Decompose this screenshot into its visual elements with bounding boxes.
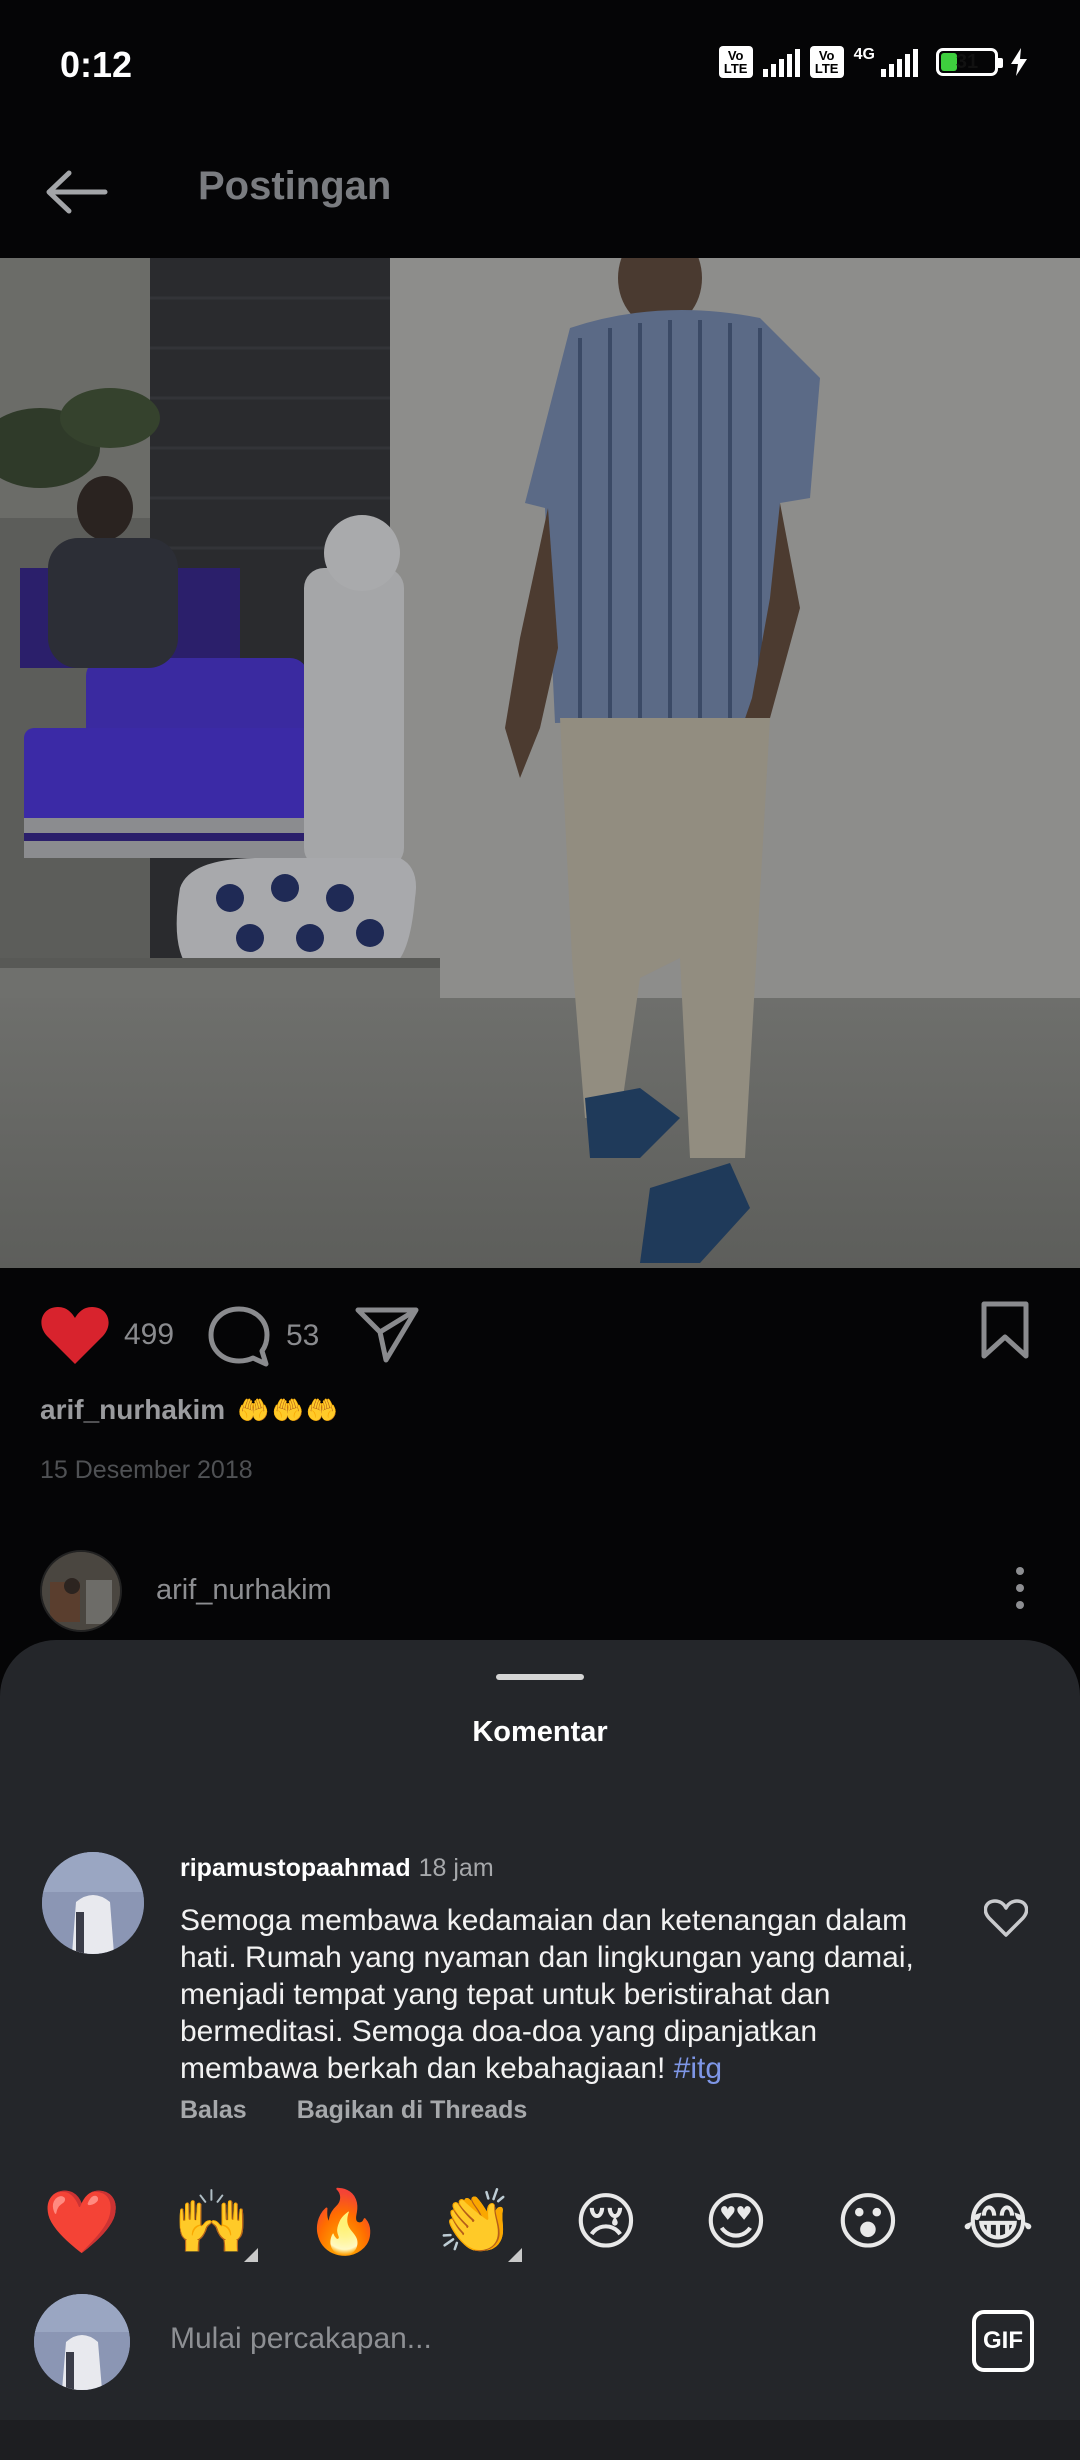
- comments-sheet: Komentar ripamustopaahmad 18 jam Semoga m…: [0, 1640, 1080, 2420]
- page-title: Postingan: [198, 164, 392, 208]
- comment-time: 18 jam: [418, 1854, 494, 1882]
- save-button[interactable]: [980, 1300, 1030, 1365]
- emoji-crying[interactable]: 😢: [564, 2180, 648, 2264]
- post-caption: arif_nurhakim 🤲🤲🤲: [40, 1394, 340, 1426]
- back-button[interactable]: [40, 155, 114, 229]
- more-icon[interactable]: [1000, 1558, 1040, 1618]
- comment-text: Semoga membawa kedamaian dan ketenangan …: [180, 1902, 940, 2087]
- emoji-laughing[interactable]: 😂: [956, 2180, 1040, 2264]
- comment-actions: Balas Bagikan di Threads: [180, 2096, 527, 2125]
- like-count[interactable]: 499: [124, 1318, 174, 1352]
- bookmark-icon: [981, 1301, 1029, 1359]
- author-row: arif_nurhakim: [0, 1540, 1080, 1640]
- avatar: [34, 2294, 130, 2390]
- post-actions: 499 53: [0, 1268, 1080, 1398]
- emoji-surprised[interactable]: 😮: [826, 2180, 910, 2264]
- avatar[interactable]: [40, 1550, 122, 1632]
- comment-username[interactable]: ripamustopaahmad: [180, 1854, 411, 1882]
- comment-icon[interactable]: [206, 1304, 272, 1368]
- post-photo[interactable]: [0, 258, 1080, 1268]
- comment-author[interactable]: ripamustopaahmad 18 jam: [180, 1854, 494, 1883]
- caption-emoji: 🤲🤲🤲: [237, 1394, 341, 1425]
- quick-emoji-row: ❤️ 🙌 🔥 👏 😢 😍 😮 😂: [0, 2180, 1080, 2270]
- comment-like-button[interactable]: [983, 1898, 1029, 1943]
- author-username[interactable]: arif_nurhakim: [156, 1574, 332, 1607]
- comment-count[interactable]: 53: [286, 1319, 319, 1353]
- volte-badge-1: Vo LTE: [718, 46, 753, 78]
- emoji-clap[interactable]: 👏: [434, 2180, 522, 2264]
- emoji-clap-glyph: 👏: [437, 2185, 515, 2258]
- emoji-fire[interactable]: 🔥: [302, 2180, 386, 2264]
- system-nav-bar: [0, 2420, 1080, 2460]
- comment-hashtag[interactable]: #itg: [674, 2052, 722, 2085]
- back-arrow-icon: [46, 170, 108, 214]
- top-app-bar: Postingan: [0, 130, 1080, 258]
- status-icons: Vo LTE Vo LTE 4G 31: [718, 46, 1030, 78]
- commenter-avatar-image: [42, 1852, 144, 1954]
- status-bar: 0:12 Vo LTE Vo LTE 4G 31: [0, 0, 1080, 130]
- battery-icon: 31: [936, 48, 1003, 76]
- signal-icon-1: [762, 47, 800, 77]
- gif-icon[interactable]: GIF: [972, 2310, 1034, 2372]
- photo-illustration: [0, 258, 1080, 1268]
- my-avatar-image: [34, 2294, 130, 2390]
- heart-icon[interactable]: [40, 1304, 110, 1366]
- author-avatar-image: [42, 1552, 120, 1630]
- signal-icon-2: [881, 47, 918, 77]
- emoji-raised-hands-glyph: 🙌: [173, 2185, 251, 2258]
- reply-button[interactable]: Balas: [180, 2096, 247, 2125]
- caption-author[interactable]: arif_nurhakim: [40, 1394, 225, 1426]
- sheet-title: Komentar: [472, 1716, 608, 1748]
- status-time: 0:12: [60, 44, 133, 85]
- share-icon[interactable]: [354, 1304, 420, 1364]
- emoji-heart[interactable]: ❤️: [40, 2180, 124, 2264]
- volte-badge-2: Vo LTE: [809, 46, 844, 78]
- emoji-heart-eyes[interactable]: 😍: [694, 2180, 778, 2264]
- comment-group: 53: [206, 1304, 319, 1368]
- comment-input[interactable]: Mulai percakapan...: [170, 2322, 432, 2356]
- comment-body: Semoga membawa kedamaian dan ketenangan …: [180, 1904, 914, 2085]
- share-threads-button[interactable]: Bagikan di Threads: [297, 2096, 528, 2125]
- emoji-raised-hands[interactable]: 🙌: [170, 2180, 258, 2264]
- battery-level: 31: [955, 51, 979, 73]
- network-type: 4G: [853, 46, 875, 63]
- avatar[interactable]: [42, 1852, 144, 1954]
- post-date: 15 Desember 2018: [40, 1456, 253, 1484]
- drag-handle[interactable]: [496, 1674, 584, 1680]
- share-group: [354, 1304, 420, 1364]
- charging-icon: [1011, 48, 1027, 76]
- like-group: 499: [40, 1304, 174, 1366]
- heart-outline-icon: [983, 1899, 1029, 1937]
- comment-composer: Mulai percakapan... GIF: [0, 2282, 1080, 2392]
